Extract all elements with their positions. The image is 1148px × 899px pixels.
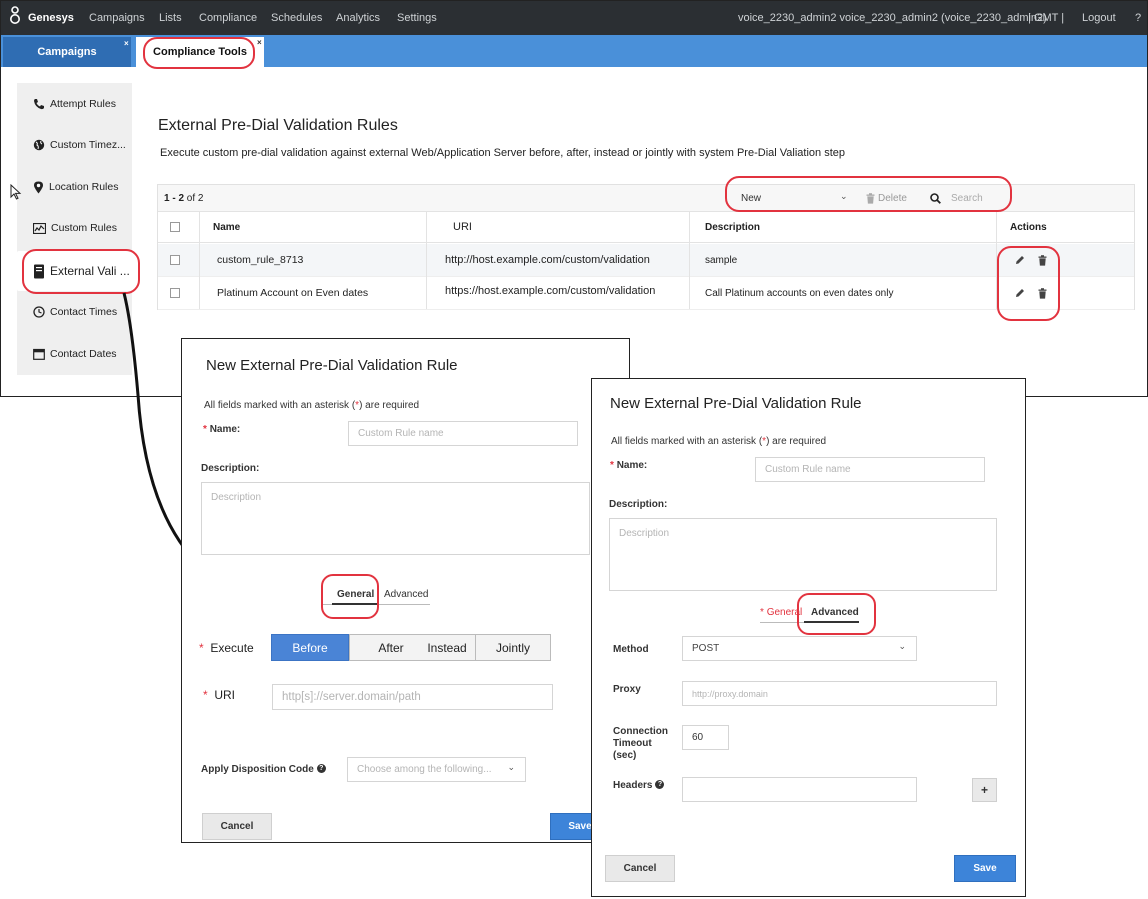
name-input[interactable]: Custom Rule name xyxy=(755,457,985,482)
pagination-count: 1 - 2 of 2 xyxy=(164,193,204,204)
row-description: Call Platinum accounts on even dates onl… xyxy=(705,287,894,299)
row-description: sample xyxy=(705,254,738,266)
nav-campaigns[interactable]: Campaigns xyxy=(89,12,145,24)
select-all-checkbox[interactable] xyxy=(170,212,180,242)
column-divider xyxy=(689,211,690,309)
sidebar-item-label: Custom Rules xyxy=(51,222,117,234)
genesys-logo-icon xyxy=(10,6,20,24)
tab-advanced[interactable]: Advanced xyxy=(384,589,428,600)
column-header-uri[interactable]: URI xyxy=(453,212,472,242)
column-divider xyxy=(426,211,427,309)
highlight-actions xyxy=(997,246,1060,321)
tab-campaigns-close-icon[interactable]: × xyxy=(124,39,129,48)
table-row[interactable]: Platinum Account on Even dates https://h… xyxy=(158,277,1134,310)
method-label: Method xyxy=(613,644,649,655)
chevron-down-icon: ⌄ xyxy=(898,641,906,651)
sidebar-item-custom-timezones[interactable]: Custom Timez... xyxy=(17,125,132,165)
nav-analytics[interactable]: Analytics xyxy=(336,12,380,24)
execute-label: * Execute xyxy=(199,641,254,655)
dialog-advanced: New External Pre-Dial Validation Rule Al… xyxy=(591,378,1026,897)
execute-before-option[interactable]: Before xyxy=(271,634,349,661)
phone-icon xyxy=(34,99,44,110)
row-name: custom_rule_8713 xyxy=(217,254,304,266)
disposition-label: Apply Disposition Code? xyxy=(201,764,326,775)
sidebar-item-label: Contact Times xyxy=(50,306,118,318)
nav-compliance[interactable]: Compliance xyxy=(199,12,257,24)
brand-name: Genesys xyxy=(28,12,74,24)
mouse-cursor-icon xyxy=(10,184,22,200)
description-textarea[interactable]: Description xyxy=(609,518,997,591)
calendar-icon xyxy=(33,348,45,360)
name-input[interactable]: Custom Rule name xyxy=(348,421,578,446)
timeout-input[interactable]: 60 xyxy=(682,725,729,750)
headers-label: Headers? xyxy=(613,780,665,791)
highlight-general-tab xyxy=(321,574,379,619)
description-label: Description: xyxy=(201,463,260,474)
required-note: All fields marked with an asterisk (*) a… xyxy=(611,436,827,447)
tab-campaigns[interactable]: Campaigns xyxy=(3,37,131,67)
cancel-button[interactable]: Cancel xyxy=(605,855,675,882)
column-header-name[interactable]: Name xyxy=(213,212,240,242)
proxy-label: Proxy xyxy=(613,684,641,695)
dialog-general: New External Pre-Dial Validation Rule Al… xyxy=(181,338,630,843)
headers-input[interactable] xyxy=(682,777,917,802)
dialog-title: New External Pre-Dial Validation Rule xyxy=(206,357,458,374)
timeout-label: Connection Timeout (sec) xyxy=(613,726,668,761)
sidebar-item-custom-rules[interactable]: Custom Rules xyxy=(17,208,132,248)
sidebar-item-label: Location Rules xyxy=(49,181,119,193)
uri-label: * URI xyxy=(203,688,236,702)
name-label: * Name: xyxy=(203,424,241,435)
disposition-select[interactable]: Choose among the following... ⌄ xyxy=(347,757,526,782)
sidebar-item-label: Custom Timez... xyxy=(50,139,126,151)
timezone-label: | GMT | xyxy=(1028,12,1065,24)
nav-lists[interactable]: Lists xyxy=(159,12,182,24)
row-name: Platinum Account on Even dates xyxy=(217,287,369,299)
sidebar-item-label: Contact Dates xyxy=(50,348,117,360)
required-note: All fields marked with an asterisk (*) a… xyxy=(204,400,420,411)
highlight-advanced-tab xyxy=(797,593,876,635)
help-link[interactable]: ? xyxy=(1135,12,1141,24)
table-row[interactable]: custom_rule_8713 http://host.example.com… xyxy=(158,244,1134,277)
logout-link[interactable]: Logout xyxy=(1082,12,1116,24)
add-header-button[interactable]: + xyxy=(972,778,997,802)
description-label: Description: xyxy=(609,499,668,510)
sidebar-item-attempt-rules[interactable]: Attempt Rules xyxy=(17,84,132,124)
tab-compliance-close-icon[interactable]: × xyxy=(257,38,262,47)
chart-icon xyxy=(33,222,46,234)
highlight-toolbar xyxy=(725,176,1012,212)
cancel-button[interactable]: Cancel xyxy=(202,813,272,840)
tab-general[interactable]: * General xyxy=(760,607,802,618)
description-textarea[interactable]: Description xyxy=(201,482,590,555)
row-checkbox[interactable] xyxy=(170,244,180,276)
row-uri: http://host.example.com/custom/validatio… xyxy=(445,254,650,266)
save-button[interactable]: Save xyxy=(954,855,1016,882)
sidebar-item-label: Attempt Rules xyxy=(50,98,116,110)
execute-instead-option[interactable]: Instead xyxy=(419,634,475,661)
uri-input[interactable]: http[s]://server.domain/path xyxy=(272,684,553,710)
grid-header: Name URI Description Actions xyxy=(158,211,1134,243)
nav-settings[interactable]: Settings xyxy=(397,12,437,24)
name-label: * Name: xyxy=(610,460,648,471)
sidebar-item-location-rules[interactable]: Location Rules xyxy=(17,167,132,207)
location-pin-icon xyxy=(33,181,44,193)
dialog-title: New External Pre-Dial Validation Rule xyxy=(610,395,862,412)
user-info[interactable]: voice_2230_admin2 voice_2230_admin2 (voi… xyxy=(738,12,1047,24)
nav-schedules[interactable]: Schedules xyxy=(271,12,322,24)
method-select[interactable]: POST ⌄ xyxy=(682,636,917,661)
column-header-description[interactable]: Description xyxy=(705,212,760,242)
proxy-input[interactable]: http://proxy.domain xyxy=(682,681,997,706)
chevron-down-icon: ⌄ xyxy=(507,762,515,772)
highlight-compliance-tab xyxy=(143,37,255,69)
column-header-actions: Actions xyxy=(1010,221,1047,233)
clock-icon xyxy=(33,306,45,318)
page-title: External Pre-Dial Validation Rules xyxy=(158,117,398,134)
globe-icon xyxy=(33,139,45,151)
execute-jointly-option[interactable]: Jointly xyxy=(475,634,551,661)
row-uri: https://host.example.com/custom/validati… xyxy=(445,285,656,297)
top-navbar: Genesys Campaigns Lists Compliance Sched… xyxy=(1,1,1147,35)
page-subtitle: Execute custom pre-dial validation again… xyxy=(160,147,845,159)
help-icon[interactable]: ? xyxy=(316,764,326,773)
help-icon[interactable]: ? xyxy=(655,780,665,789)
